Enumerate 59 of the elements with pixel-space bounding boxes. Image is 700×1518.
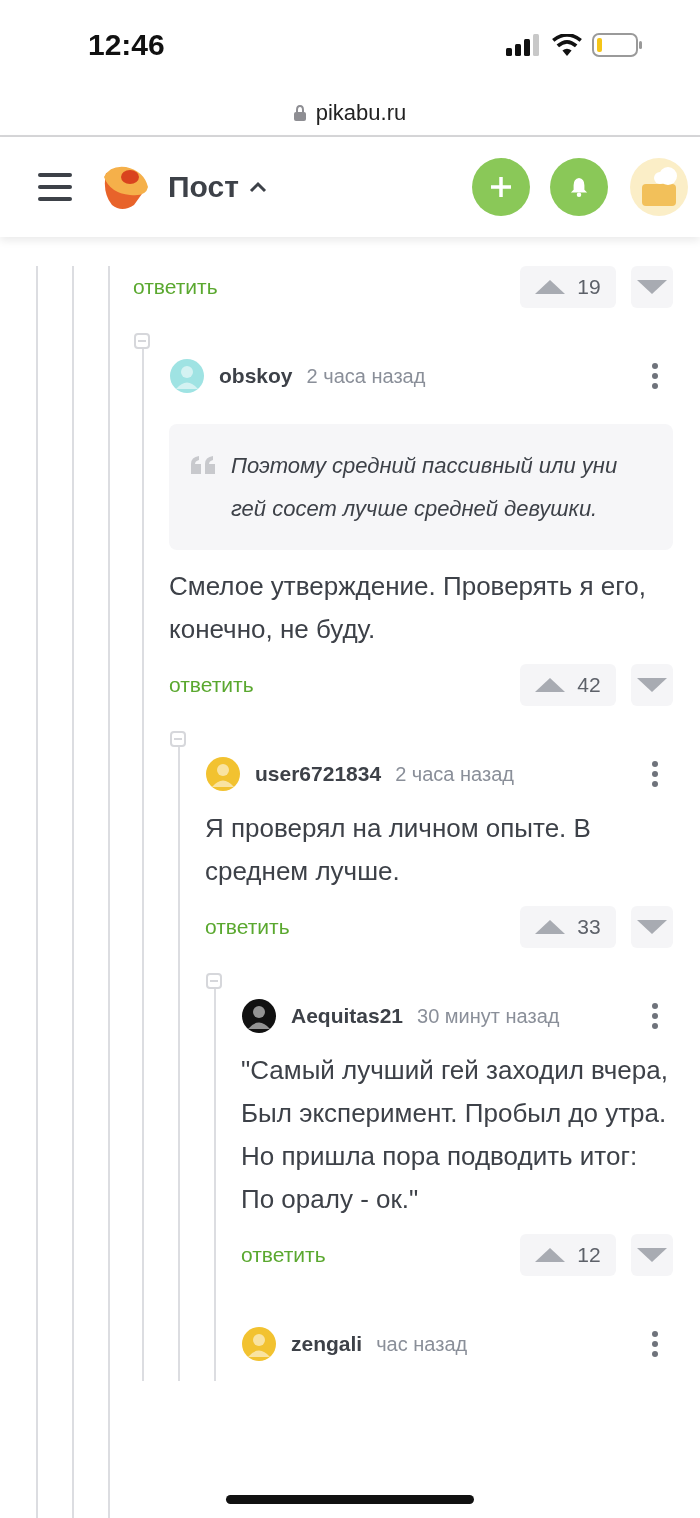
reply-link[interactable]: ответить xyxy=(205,915,520,939)
menu-icon[interactable] xyxy=(38,172,72,202)
comment-time: 30 минут назад xyxy=(417,1004,561,1028)
collapse-button[interactable] xyxy=(206,973,222,989)
author-name[interactable]: user6721834 xyxy=(255,762,382,786)
up-arrow-icon xyxy=(535,678,566,692)
status-time: 12:46 xyxy=(88,28,165,62)
wifi-icon xyxy=(552,34,582,56)
plus-icon xyxy=(489,175,513,199)
notifications-button[interactable] xyxy=(550,158,608,216)
downvote-button[interactable] xyxy=(631,1234,673,1276)
page-url[interactable]: pikabu.ru xyxy=(315,99,407,126)
quote-icon xyxy=(189,456,217,474)
signal-icon xyxy=(506,34,542,56)
score: 33 xyxy=(577,915,601,939)
downvote-button[interactable] xyxy=(631,906,673,948)
upvote-button[interactable]: 33 xyxy=(520,906,616,948)
up-arrow-icon xyxy=(535,1248,566,1262)
down-arrow-icon xyxy=(637,1248,667,1262)
reply-link[interactable]: ответить xyxy=(169,673,520,697)
up-arrow-icon xyxy=(535,920,566,934)
bell-icon xyxy=(570,177,588,197)
down-arrow-icon xyxy=(637,280,667,294)
score: 12 xyxy=(577,1243,601,1267)
page-title[interactable]: Пост xyxy=(168,170,239,204)
downvote-button[interactable] xyxy=(631,664,673,706)
lock-icon xyxy=(293,104,306,121)
caret-icon[interactable] xyxy=(248,181,267,193)
score: 19 xyxy=(577,275,601,299)
comment-time: 2 часа назад xyxy=(395,762,515,786)
comment-text: Я проверял на личном опыте. В среднем лучше. xyxy=(205,812,592,888)
down-arrow-icon xyxy=(637,678,667,692)
upvote-button[interactable]: 19 xyxy=(520,266,616,308)
user-avatar-icon[interactable] xyxy=(630,158,688,216)
battery-icon xyxy=(592,33,642,57)
comment-time: 2 часа назад xyxy=(306,364,427,388)
comment-time: час назад xyxy=(376,1332,469,1356)
quote-text: Поэтому средний пассивный или уни гей сосет лучше средней девушки. xyxy=(231,452,619,523)
reply-link[interactable]: ответить xyxy=(241,1243,520,1267)
author-name[interactable]: Aequitas21 xyxy=(291,1004,404,1028)
reply-link[interactable]: ответить xyxy=(133,275,520,299)
up-arrow-icon xyxy=(535,280,566,294)
more-icon[interactable] xyxy=(651,1002,659,1030)
author-name[interactable]: zengali xyxy=(291,1332,363,1356)
add-button[interactable] xyxy=(472,158,530,216)
more-icon[interactable] xyxy=(651,362,659,390)
score: 42 xyxy=(577,673,601,697)
collapse-button[interactable] xyxy=(170,731,186,747)
down-arrow-icon xyxy=(637,920,667,934)
more-icon[interactable] xyxy=(651,1330,659,1358)
upvote-button[interactable]: 12 xyxy=(520,1234,616,1276)
collapse-button[interactable] xyxy=(134,333,150,349)
comment-text: "Самый лучший гей заходил вчера, Был эксперимент. Пробыл до утра. Но пришла пора подводить итог: По оралу - ок." xyxy=(241,1054,669,1216)
author-name[interactable]: obskoy xyxy=(219,364,293,388)
more-icon[interactable] xyxy=(651,760,659,788)
downvote-button[interactable] xyxy=(631,266,673,308)
upvote-button[interactable]: 42 xyxy=(520,664,616,706)
avatar-icon[interactable] xyxy=(241,998,277,1034)
comment-text: Смелое утверждение. Проверять я его, конечно, не буду. xyxy=(169,570,647,646)
